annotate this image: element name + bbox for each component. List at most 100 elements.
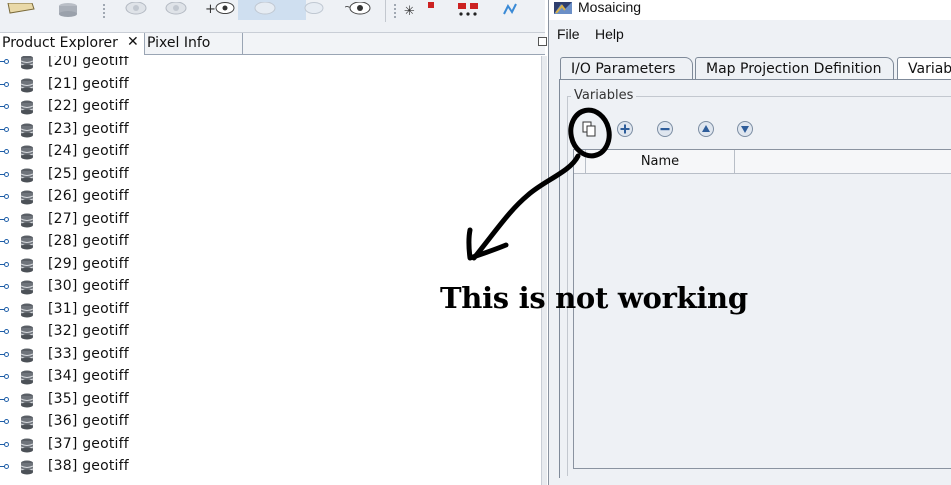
toolbar-grip[interactable] [102, 3, 106, 19]
tree-item[interactable]: [20] geotiff [0, 56, 300, 74]
menu-help[interactable]: Help [595, 26, 624, 42]
tree-item[interactable]: [26] geotiff [0, 187, 300, 209]
expand-handle-icon[interactable] [0, 215, 10, 225]
expand-handle-icon[interactable] [0, 305, 10, 315]
eye-plus-icon[interactable]: + [205, 0, 237, 20]
add-variable-button[interactable] [615, 119, 635, 139]
tree-item-label: [32] geotiff [48, 323, 129, 339]
tab-io-parameters[interactable]: I/O Parameters [560, 57, 693, 79]
expand-handle-icon[interactable] [0, 372, 10, 382]
expand-handle-icon[interactable] [0, 125, 10, 135]
product-database-icon [20, 438, 34, 452]
expand-handle-icon[interactable] [0, 395, 10, 405]
expand-handle-icon[interactable] [0, 260, 10, 270]
expand-handle-icon[interactable] [0, 350, 10, 360]
plus-icon [617, 121, 633, 137]
move-down-button[interactable] [735, 119, 755, 139]
move-up-button[interactable] [696, 119, 716, 139]
product-database-icon [20, 348, 34, 362]
tree-item[interactable]: [28] geotiff [0, 232, 300, 254]
expand-handle-icon[interactable] [0, 57, 10, 67]
product-database-icon [20, 393, 34, 407]
copy-variable-button[interactable] [579, 119, 599, 139]
tab-product-explorer[interactable]: Product Explorer ✕ [0, 33, 145, 55]
product-database-icon [20, 235, 34, 250]
tree-item[interactable]: [29] geotiff [0, 255, 300, 277]
tree-item[interactable]: [32] geotiff [0, 322, 300, 344]
expand-handle-icon[interactable] [0, 102, 10, 112]
remove-variable-button[interactable] [655, 119, 675, 139]
product-database-icon [20, 303, 34, 317]
tree-item[interactable]: [34] geotiff [0, 367, 300, 389]
tree-item-label: [37] geotiff [48, 435, 129, 452]
split-divider[interactable] [541, 56, 547, 485]
annotation-text: This is not working [440, 281, 748, 315]
expand-handle-icon[interactable] [0, 170, 10, 180]
product-database-icon [20, 370, 34, 385]
product-database-icon [20, 100, 34, 115]
eye-cursor-icon[interactable] [296, 0, 326, 20]
explorer-tabbar: Product Explorer ✕ Pixel Info [0, 33, 545, 55]
product-database-icon [20, 145, 34, 160]
product-tree: [20] geotiff [21] geotiff [22] geotiff [23]… [0, 56, 545, 485]
dialog-title: Mosaicing [578, 0, 642, 15]
close-icon[interactable]: ✕ [127, 34, 139, 50]
graticule-icon[interactable] [454, 0, 484, 20]
tree-item[interactable]: [27] geotiff [0, 210, 300, 232]
product-database-icon [20, 415, 34, 430]
mosaicing-dialog: Mosaicing File Help I/O Parameters Map P… [548, 0, 951, 485]
eye-add-icon[interactable] [118, 0, 148, 20]
tree-item[interactable]: [35] geotiff [0, 390, 300, 412]
tree-item[interactable]: [25] geotiff [0, 165, 300, 187]
tree-item[interactable]: [31] geotiff [0, 300, 300, 322]
tree-item-label: [26] geotiff [48, 188, 129, 204]
column-header-name[interactable]: Name [586, 150, 735, 174]
tree-item[interactable]: [21] geotiff [0, 75, 300, 97]
expand-handle-icon[interactable] [0, 80, 10, 90]
pin-star-icon[interactable]: ✳ [402, 0, 438, 20]
tab-pixel-info[interactable]: Pixel Info [145, 33, 243, 55]
expand-handle-icon[interactable] [0, 192, 10, 202]
expand-handle-icon[interactable] [0, 462, 10, 472]
expand-handle-icon[interactable] [0, 440, 10, 450]
tree-item[interactable]: [30] geotiff [0, 277, 300, 299]
spectrum-icon[interactable] [500, 0, 530, 20]
minimize-icon[interactable] [538, 37, 547, 46]
open-product-icon[interactable] [6, 0, 36, 20]
tree-item[interactable]: [36] geotiff [0, 412, 300, 434]
tree-item[interactable]: [24] geotiff [0, 142, 300, 164]
arrow-down-icon [737, 121, 753, 137]
tree-item-label: [30] geotiff [48, 278, 129, 294]
menu-file[interactable]: File [557, 26, 580, 42]
product-database-icon [20, 56, 34, 70]
product-database-icon [20, 280, 34, 295]
expand-handle-icon[interactable] [0, 237, 10, 247]
tree-item-label: [20] geotiff [48, 56, 129, 69]
tree-item-label: [34] geotiff [48, 368, 129, 384]
expand-handle-icon[interactable] [0, 327, 10, 337]
tree-item-label: [27] geotiff [48, 210, 129, 227]
tree-item[interactable]: [23] geotiff [0, 120, 300, 142]
tab-variables[interactable]: Variab [897, 57, 951, 79]
dialog-titlebar[interactable]: Mosaicing [549, 0, 951, 20]
eye-sync-icon[interactable] [250, 0, 280, 20]
expand-handle-icon[interactable] [0, 147, 10, 157]
eye-icon[interactable]: ~ [342, 0, 374, 20]
expand-handle-icon[interactable] [0, 417, 10, 427]
copy-icon [582, 121, 596, 137]
database-icon[interactable] [56, 0, 80, 20]
tree-item[interactable]: [33] geotiff [0, 345, 300, 367]
app-logo-icon [553, 0, 573, 16]
tab-map-projection-definition[interactable]: Map Projection Definition [695, 57, 894, 79]
product-database-icon [20, 258, 34, 272]
toolbar-grip-2[interactable] [393, 3, 397, 19]
eye-remove-icon[interactable] [160, 0, 190, 20]
tree-item[interactable]: [37] geotiff [0, 435, 300, 457]
tab-label: Product Explorer [2, 35, 118, 51]
expand-handle-icon[interactable] [0, 282, 10, 292]
tree-item-label: [35] geotiff [48, 390, 129, 407]
tree-item[interactable]: [22] geotiff [0, 97, 300, 119]
tree-item-label: [28] geotiff [48, 233, 129, 249]
table-header: Name [574, 150, 951, 174]
tree-item[interactable]: [38] geotiff [0, 457, 300, 479]
